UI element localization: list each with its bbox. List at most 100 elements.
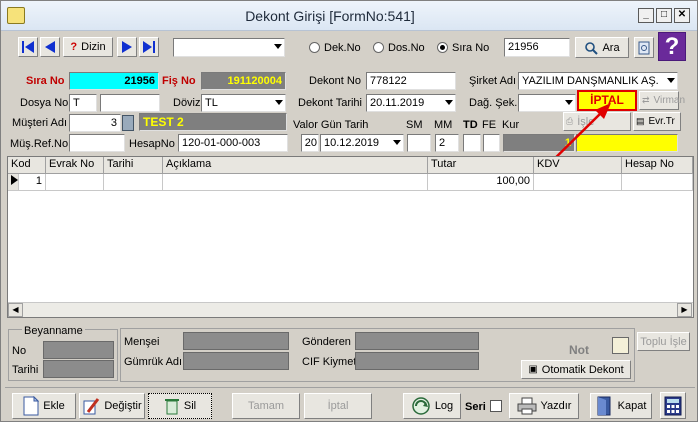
musteri-adi-field[interactable]: TEST 2 <box>139 113 287 131</box>
table-row-kdv[interactable] <box>534 174 622 191</box>
sm-field[interactable] <box>407 134 431 152</box>
view-button[interactable] <box>634 37 654 58</box>
dekont-tarihi-label: Dekont Tarihi <box>298 97 362 109</box>
dizin-button[interactable]: ? Dizin <box>63 37 113 57</box>
yazdir-button[interactable]: Yazdır <box>509 393 579 419</box>
otomatik-dekont-button[interactable]: ▣ Otomatik Dekont <box>521 360 631 379</box>
musteri-kod-field[interactable]: 3 <box>69 114 121 132</box>
beyanname-tarihi-field[interactable] <box>43 360 114 378</box>
radio-sirano-label[interactable]: Sıra No <box>452 41 489 55</box>
grid-header-tarihi[interactable]: Tarihi <box>104 157 163 174</box>
maximize-button[interactable]: □ <box>656 8 672 23</box>
seri-checkbox[interactable] <box>490 400 502 412</box>
radio-dosno-label[interactable]: Dos.No <box>388 41 425 55</box>
virman-icon: ⇄ <box>642 95 650 105</box>
table-row-evrak-no[interactable] <box>46 174 104 191</box>
grid-header-aciklama[interactable]: Açıklama <box>163 157 428 174</box>
mm-field[interactable]: 2 <box>435 134 459 152</box>
last-record-button[interactable] <box>139 37 159 57</box>
sira-no-label: Sıra No <box>26 75 65 87</box>
minimize-button[interactable]: _ <box>638 8 654 23</box>
kapat-button[interactable]: Kapat <box>590 393 652 419</box>
ekle-button[interactable]: Ekle <box>12 393 76 419</box>
radio-dekno-label[interactable]: Dek.No <box>324 41 361 55</box>
sm-label: SM <box>406 119 423 131</box>
close-button[interactable]: ✕ <box>674 8 690 23</box>
virman-button[interactable]: ⇄ Virman <box>639 91 685 110</box>
table-row-kod[interactable]: 1 <box>19 174 46 191</box>
dekont-grid[interactable]: Kod Evrak No Tarihi Açıklama Tutar KDV H… <box>7 156 694 318</box>
beyanname-no-field[interactable] <box>43 341 114 359</box>
help-button[interactable]: ? <box>658 32 686 61</box>
grid-header-tutar[interactable]: Tutar <box>428 157 534 174</box>
evr-button[interactable]: ▤ Evr.Tr <box>633 112 681 131</box>
scroll-left-button[interactable]: ◀ <box>8 303 23 317</box>
dekont-no-field[interactable]: 778122 <box>366 72 456 90</box>
gonderen-field[interactable] <box>355 332 479 350</box>
row-indicator <box>8 174 19 191</box>
degistir-button[interactable]: Değiştir <box>79 393 145 419</box>
dosya-no-label: Dosya No <box>20 97 69 109</box>
mus-ref-no-field[interactable] <box>69 134 125 152</box>
query-icon: ? <box>70 41 78 53</box>
grid-header-hesap-no[interactable]: Hesap No <box>622 157 693 174</box>
fis-no-label: Fiş No <box>162 75 196 87</box>
prev-icon <box>45 41 55 53</box>
dosya-no-extra-field[interactable] <box>100 94 160 112</box>
gumruk-adi-label: Gümrük Adı <box>124 356 183 368</box>
not-edit-icon[interactable] <box>612 337 629 354</box>
window-title: Dekont Girişi [FormNo:541] <box>245 8 415 24</box>
record-select[interactable] <box>173 38 285 57</box>
prev-record-button[interactable] <box>40 37 60 57</box>
log-button[interactable]: Log <box>403 393 461 419</box>
ara-label: Ara <box>602 41 620 54</box>
radio-dekno[interactable] <box>309 42 320 53</box>
radio-sirano[interactable] <box>437 42 448 53</box>
mensei-field[interactable] <box>183 332 289 350</box>
gumruk-adi-field[interactable] <box>183 352 289 370</box>
next-record-button[interactable] <box>117 37 137 57</box>
grid-header-evrak-no[interactable]: Evrak No <box>46 157 104 174</box>
valor-tarih-field[interactable]: 10.12.2019 <box>320 134 404 152</box>
table-row-tutar[interactable]: 100,00 <box>428 174 534 191</box>
sil-button[interactable]: Sil <box>148 393 212 419</box>
tamam-button[interactable]: Tamam <box>232 393 300 419</box>
ara-button[interactable]: Ara <box>575 37 629 58</box>
radio-dosno[interactable] <box>373 42 384 53</box>
grid-header-kdv[interactable]: KDV <box>534 157 622 174</box>
first-record-button[interactable] <box>18 37 38 57</box>
toplu-isle-button[interactable]: Toplu İşle <box>637 332 690 351</box>
sira-no-field[interactable]: 21956 <box>69 72 159 90</box>
table-row-tarihi[interactable] <box>104 174 163 191</box>
doviz-label: Döviz <box>173 97 201 109</box>
search-input[interactable]: 21956 <box>504 38 570 57</box>
sirket-adi-value: YAZILIM DANŞMANLIK AŞ. <box>522 75 659 87</box>
chevron-down-icon <box>274 44 282 49</box>
dosya-no-field[interactable]: T <box>69 94 97 112</box>
doviz-select[interactable]: TL <box>201 94 286 112</box>
magnifier-icon <box>585 41 599 55</box>
table-row-aciklama[interactable] <box>163 174 428 191</box>
chevron-down-icon <box>667 78 675 83</box>
iptal-button[interactable]: İptal <box>304 393 372 419</box>
sirket-adi-select[interactable]: YAZILIM DANŞMANLIK AŞ. <box>518 72 678 90</box>
table-row-hesap-no[interactable] <box>622 174 693 191</box>
auto-doc-icon: ▣ <box>528 364 538 375</box>
hesapno-field[interactable]: 120-01-000-003 <box>178 134 288 152</box>
horizontal-scrollbar[interactable]: ◀ ▶ <box>8 302 693 317</box>
grid-header-kod[interactable]: Kod <box>8 157 46 174</box>
fis-no-field[interactable]: 191120004 <box>201 72 286 90</box>
musteri-lookup-icon[interactable] <box>122 115 134 131</box>
otomatik-dekont-label: Otomatik Dekont <box>541 363 624 376</box>
exit-door-icon <box>597 396 611 416</box>
valor-gun-field[interactable]: 20 <box>301 134 319 152</box>
calculator-button[interactable] <box>660 392 686 419</box>
calculator-icon <box>664 396 682 415</box>
sirket-adi-label: Şirket Adı <box>469 75 517 87</box>
scroll-right-button[interactable]: ▶ <box>677 303 692 317</box>
iptal-label: İptal <box>327 400 349 412</box>
dekont-tarihi-field[interactable]: 20.11.2019 <box>366 94 456 112</box>
printer-icon <box>517 397 536 415</box>
gonderen-label: Gönderen <box>302 336 351 348</box>
cif-kiymet-field[interactable] <box>355 352 479 370</box>
